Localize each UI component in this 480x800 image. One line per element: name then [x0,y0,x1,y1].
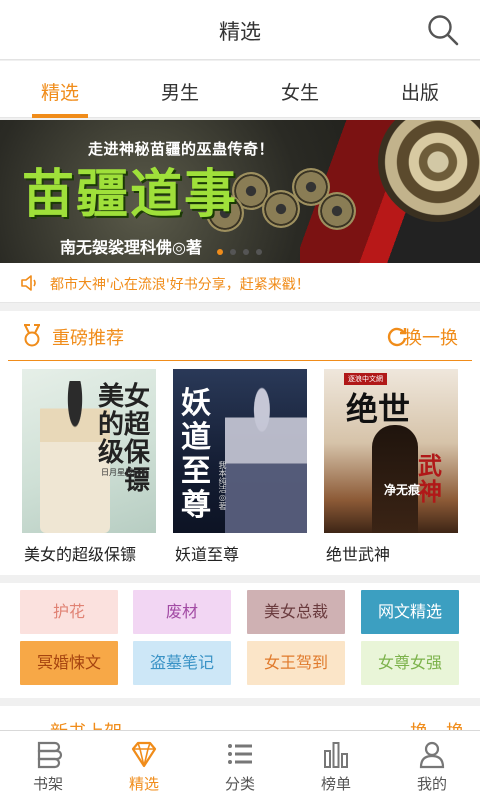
tabbar-label: 精选 [128,775,159,793]
medal-icon [24,324,40,347]
category-tag[interactable]: 女尊女强 [361,641,459,685]
banner-title: 苗疆道事 [22,164,239,225]
page-title: 精选 [219,20,261,44]
pager-dot[interactable] [230,249,236,255]
category-tag[interactable]: 网文精选 [361,590,459,634]
pager-dot[interactable] [217,249,223,255]
profile-icon [419,741,445,769]
book-cover[interactable]: 美女的超级保镖 日月星辰◎著 [22,369,156,533]
tabbar-item-ranking[interactable]: 榜单 [288,731,384,800]
book-cover[interactable]: 妖道至尊 我本纯洁◎著 [173,369,307,533]
list-icon [228,744,252,764]
book-title[interactable]: 美女的超级保镖 [22,541,156,565]
banner-pager [217,249,262,255]
tabbar-item-featured[interactable]: 精选 [96,731,192,800]
ranking-bars-icon [324,742,348,768]
category-tag[interactable]: 冥婚悚文 [20,641,118,685]
cover-title: 美女的超级保镖 [97,382,150,496]
search-icon[interactable] [426,13,460,47]
diamond-icon [131,741,157,768]
pager-dot[interactable] [256,249,262,255]
cover-publisher: 逐浪中文網 [344,373,387,385]
notice-text: 都市大神'心在流浪'好书分享，赶紧来戳！ [50,277,310,293]
recommend-header: 重磅推荐 换一换 [8,311,472,361]
cover-figure [372,425,418,533]
app-root: 精选 精选 男生 女生 出版 走进神秘苗疆的巫蛊传奇！ 苗疆道事 南无袈裟理科佛… [0,0,480,800]
tabbar-label: 书架 [32,775,63,793]
tabbar-label: 分类 [224,775,255,793]
notice-bar[interactable]: 都市大神'心在流浪'好书分享，赶紧来戳！ [0,263,480,303]
section-title: 重磅推荐 [52,328,124,349]
cover-title: 绝世 [346,390,411,428]
pager-dot[interactable] [243,249,249,255]
tab-publish[interactable]: 出版 [360,61,480,117]
book-title[interactable]: 绝世武神 [324,541,458,565]
tabbar-label: 我的 [416,775,447,793]
cover-title: 妖道至尊 [181,386,211,523]
speaker-icon [21,275,36,291]
tabbar-label: 榜单 [320,775,351,793]
book-card[interactable]: 美女的超级保镖 日月星辰◎著 美女的超级保镖 [22,369,156,565]
coin-image [318,192,356,230]
banner-author: 南无袈裟理科佛◎著 [60,238,202,257]
header: 精选 [0,0,480,60]
tab-female[interactable]: 女生 [240,61,360,117]
recommend-section: 重磅推荐 换一换 美女的超级保镖 日月星辰◎著 美女的超级保镖 妖道至尊 我本纯… [0,311,480,575]
category-tag[interactable]: 废材 [133,590,231,634]
book-card[interactable]: 妖道至尊 我本纯洁◎著 妖道至尊 [173,369,307,565]
top-tabs: 精选 男生 女生 出版 [0,61,480,118]
book-cover[interactable]: 逐浪中文網 绝世 武神 净无痕 [324,369,458,533]
category-tag[interactable]: 护花 [20,590,118,634]
bookshelf-icon [37,741,63,769]
tab-featured[interactable]: 精选 [0,61,120,118]
cover-author: 日月星辰◎著 [101,468,148,477]
cover-figure [225,379,307,533]
book-card[interactable]: 逐浪中文網 绝世 武神 净无痕 绝世武神 [324,369,458,565]
cover-author: 我本纯洁◎著 [218,461,227,510]
cover-title-2: 武神 [418,451,442,506]
book-title[interactable]: 妖道至尊 [173,541,307,565]
tab-male[interactable]: 男生 [120,61,240,117]
bottom-tab-bar: 书架 精选 分类 榜单 我的 [0,730,480,800]
category-tag[interactable]: 女王驾到 [247,641,345,685]
category-tag[interactable]: 盗墓笔记 [133,641,231,685]
refresh-button[interactable]: 换一换 [404,324,458,350]
tabbar-item-profile[interactable]: 我的 [384,731,480,800]
category-grid: 护花 废材 美女总裁 网文精选 冥婚悚文 盗墓笔记 女王驾到 女尊女强 [0,583,480,698]
tabbar-item-category[interactable]: 分类 [192,731,288,800]
category-tag[interactable]: 美女总裁 [247,590,345,634]
tabbar-item-bookshelf[interactable]: 书架 [0,731,96,800]
cover-author: 净无痕 [384,483,421,497]
